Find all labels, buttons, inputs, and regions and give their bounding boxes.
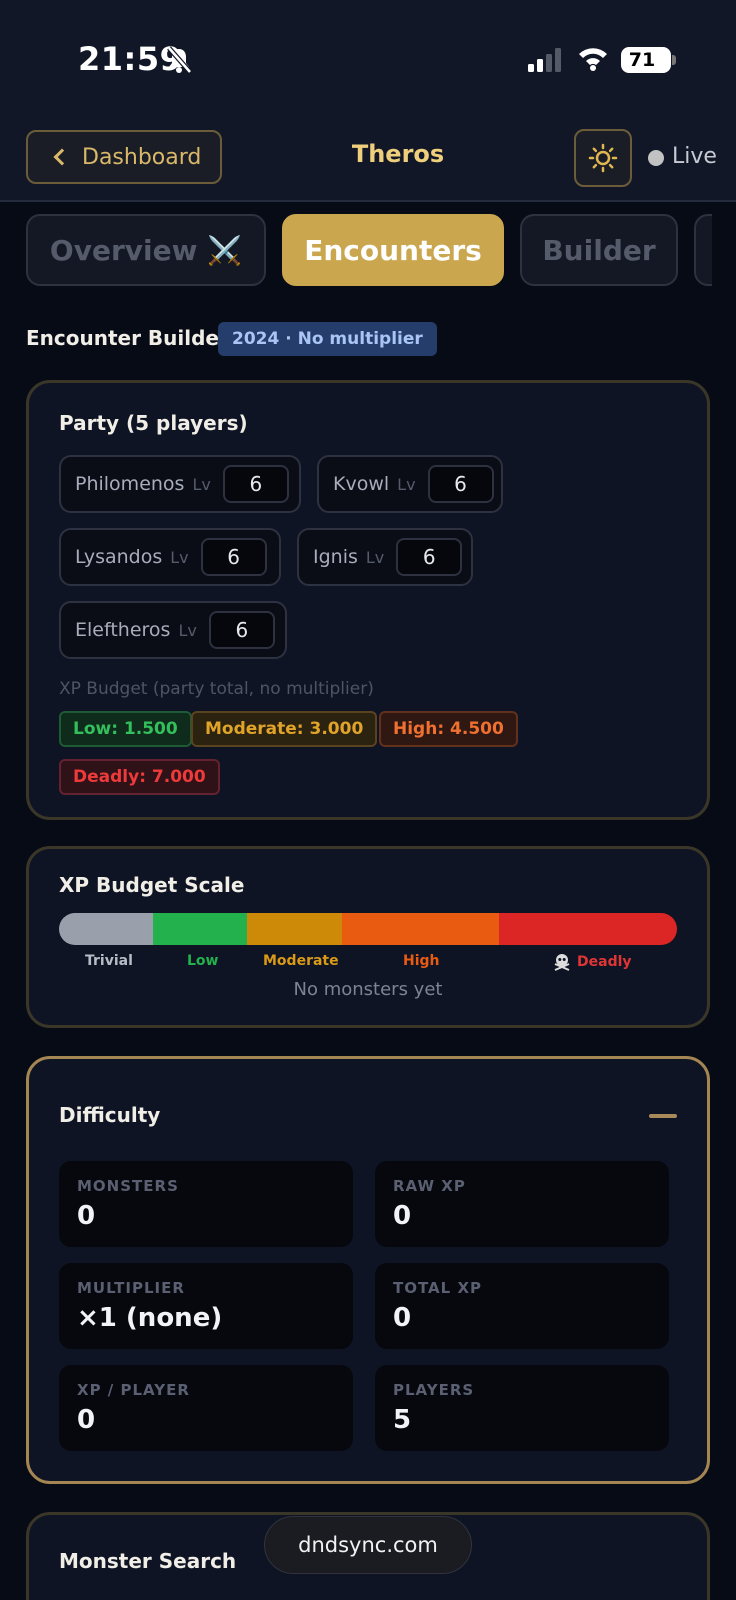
player-chip: Philomenos Lv 6 [59,455,301,513]
scale-segment-moderate [247,913,342,945]
player-name: Ignis [313,546,358,568]
stat-value: 0 [77,1201,96,1231]
tab-next[interactable] [694,214,712,286]
stat-label: MONSTERS [77,1177,179,1195]
battery-level: 71 [628,49,656,71]
tab-bar: Overview ⚔️ Encounters Builder [0,212,712,290]
party-title: Party (5 players) [59,411,248,435]
collapse-minus-icon[interactable] [649,1114,677,1118]
budget-deadly-badge: Deadly: 7.000 [59,759,220,795]
browser-url-pill[interactable]: dndsync.com [264,1516,472,1574]
budget-high-badge: High: 4.500 [379,711,518,747]
level-label: Lv [397,474,416,494]
level-label: Lv [192,474,211,494]
stat-label: MULTIPLIER [77,1279,185,1297]
level-input[interactable]: 6 [208,611,275,649]
scale-label-moderate: Moderate [263,953,339,969]
scale-label-low: Low [187,953,219,969]
scale-label-deadly-group: Deadly [553,953,632,971]
tab-builder[interactable]: Builder [520,214,678,286]
stat-value: 0 [393,1303,412,1333]
xp-scale-card: XP Budget Scale Trivial Low Moderate Hig… [26,846,710,1028]
scale-segment-low [153,913,247,945]
battery-indicator: 71 [621,47,671,73]
back-to-dashboard-button[interactable]: Dashboard [26,130,222,184]
level-label: Lv [170,547,189,567]
wifi-icon [579,48,607,71]
tab-encounters[interactable]: Encounters [282,214,504,286]
scale-segment-high [342,913,499,945]
player-name: Lysandos [75,546,163,568]
player-chip: Kvowl Lv 6 [317,455,503,513]
level-input[interactable]: 6 [396,538,463,576]
stat-value: 0 [393,1201,412,1231]
chevron-left-icon [53,148,71,166]
level-input[interactable]: 6 [200,538,267,576]
scale-label-high: High [403,953,440,969]
empty-state-text: No monsters yet [293,979,443,1000]
stat-total-xp: TOTAL XP 0 [375,1263,669,1349]
xp-budget-caption: XP Budget (party total, no multiplier) [59,679,374,699]
difficulty-title: Difficulty [59,1103,161,1127]
xp-scale-title: XP Budget Scale [59,873,245,897]
stat-label: TOTAL XP [393,1279,482,1297]
stat-value: 0 [77,1405,96,1435]
xp-scale-bar [59,913,677,945]
app-header: Dashboard Theros Live [0,112,736,202]
scale-segment-deadly [499,913,677,945]
stat-xp-per-player: XP / PLAYER 0 [59,1365,353,1451]
player-chip: Lysandos Lv 6 [59,528,281,586]
live-status-label: Live [672,144,717,169]
live-status-dot [648,150,664,166]
budget-low-badge: Low: 1.500 [59,711,192,747]
scale-label-trivial: Trivial [85,953,133,969]
player-name: Philomenos [75,473,185,495]
page-title: Theros [351,140,445,168]
budget-moderate-badge: Moderate: 3.000 [191,711,378,747]
monster-search-title: Monster Search [59,1549,237,1573]
encounter-builder-heading: Encounter Builder [26,326,229,350]
party-card: Party (5 players) Philomenos Lv 6 Kvowl … [26,380,710,820]
sun-icon [588,143,618,173]
cellular-signal-icon [528,48,561,72]
status-bar: 21:59 71 [0,0,736,112]
level-label: Lv [178,620,197,640]
level-input[interactable]: 6 [427,465,494,503]
stat-value: ×1 (none) [77,1303,223,1333]
level-label: Lv [365,547,385,567]
player-name: Eleftheros [75,619,171,641]
skull-crossbones-icon [554,954,570,971]
stat-players: PLAYERS 5 [375,1365,669,1451]
bell-slash-icon [167,46,192,74]
difficulty-card: Difficulty MONSTERS 0 RAW XP 0 MULTIPLIE… [26,1056,710,1484]
rules-version-badge: 2024 · No multiplier [218,322,437,356]
stat-label: RAW XP [393,1177,466,1195]
player-name: Kvowl [333,473,390,495]
stat-multiplier: MULTIPLIER ×1 (none) [59,1263,353,1349]
player-chip: Ignis Lv 6 [297,528,473,586]
stat-label: XP / PLAYER [77,1381,190,1399]
stat-label: PLAYERS [393,1381,475,1399]
stat-monsters: MONSTERS 0 [59,1161,353,1247]
theme-toggle-button[interactable] [574,129,632,187]
scale-label-deadly: Deadly [577,954,632,970]
tab-overview[interactable]: Overview ⚔️ [26,214,266,286]
battery-tip [672,55,676,65]
player-chip: Eleftheros Lv 6 [59,601,287,659]
stat-raw-xp: RAW XP 0 [375,1161,669,1247]
back-button-label: Dashboard [82,144,202,170]
scale-segment-trivial [59,913,153,945]
level-input[interactable]: 6 [222,465,289,503]
stat-value: 5 [393,1405,412,1435]
